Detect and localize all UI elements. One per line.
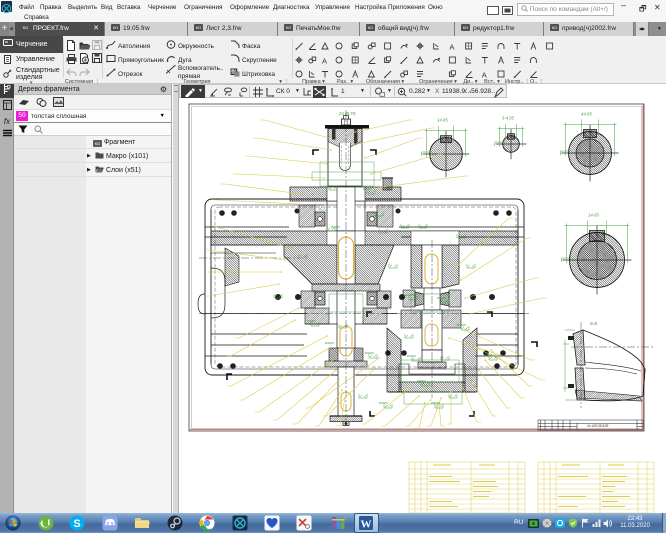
svg-text:Ø40k6: Ø40k6 bbox=[484, 353, 494, 357]
svg-text:Ø40k6: Ø40k6 bbox=[416, 379, 426, 383]
svg-text:Б-Б: Б-Б bbox=[590, 321, 597, 326]
svg-text:Ø40k6: Ø40k6 bbox=[306, 319, 316, 323]
svg-text:A: A bbox=[449, 43, 454, 52]
svg-text:Ø40k6: Ø40k6 bbox=[406, 354, 416, 358]
svg-text:Ø40k6: Ø40k6 bbox=[362, 187, 372, 191]
svg-text:3-4 05: 3-4 05 bbox=[502, 116, 515, 121]
svg-text:Ø40k6: Ø40k6 bbox=[314, 203, 324, 207]
svg-text:24.05 Пз: 24.05 Пз bbox=[338, 111, 356, 116]
svg-text:Ø40k6: Ø40k6 bbox=[404, 293, 414, 297]
svg-text:Ø40k6: Ø40k6 bbox=[436, 296, 446, 300]
svg-text:44-05: 44-05 bbox=[581, 112, 592, 117]
svg-text:Ø40k6: Ø40k6 bbox=[324, 341, 334, 345]
svg-text:14-05: 14-05 bbox=[437, 118, 448, 123]
svg-text:14-05: 14-05 bbox=[588, 213, 599, 218]
svg-text:W: W bbox=[361, 519, 372, 531]
svg-text:Ø40k6: Ø40k6 bbox=[378, 401, 388, 405]
svg-text:A: A bbox=[322, 57, 327, 66]
svg-text:S: S bbox=[73, 518, 80, 530]
svg-text:Ø40k6: Ø40k6 bbox=[364, 351, 374, 355]
svg-text:2х 420.5011В: 2х 420.5011В bbox=[586, 424, 609, 428]
svg-text:Ø40k6: Ø40k6 bbox=[456, 323, 466, 327]
svg-text:Ø40k6: Ø40k6 bbox=[430, 401, 440, 405]
svg-text:Ø40k6: Ø40k6 bbox=[330, 225, 340, 229]
